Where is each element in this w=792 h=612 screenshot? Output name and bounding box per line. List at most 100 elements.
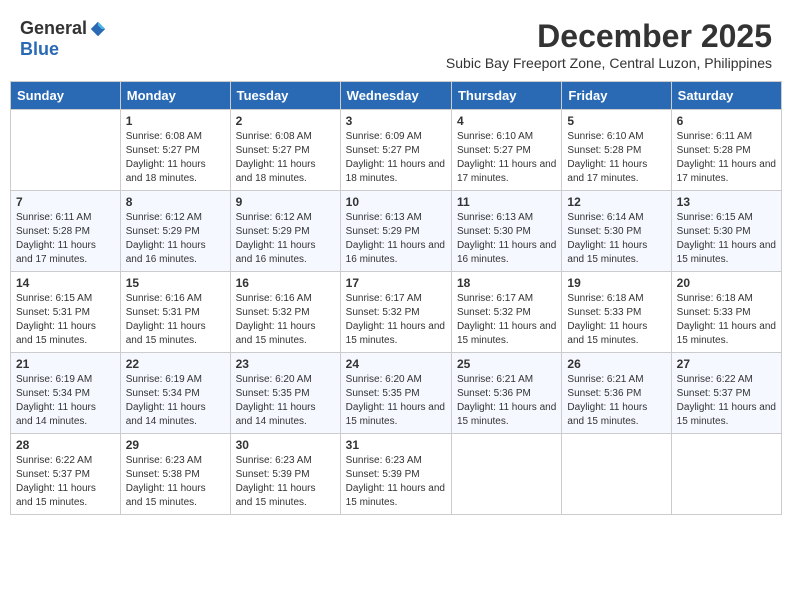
day-info: Sunrise: 6:13 AM Sunset: 5:29 PM Dayligh… xyxy=(346,211,446,267)
day-number: 2 xyxy=(236,114,335,128)
page-header: General Blue December 2025 Subic Bay Fre… xyxy=(10,10,782,75)
calendar-cell: 7 Sunrise: 6:11 AM Sunset: 5:28 PM Daylig… xyxy=(11,191,121,272)
day-number: 29 xyxy=(126,438,225,452)
header-tuesday: Tuesday xyxy=(230,82,340,110)
calendar-cell: 15 Sunrise: 6:16 AM Sunset: 5:31 PM Dayli… xyxy=(120,272,230,353)
calendar-cell xyxy=(562,434,671,515)
calendar-cell: 13 Sunrise: 6:15 AM Sunset: 5:30 PM Dayli… xyxy=(671,191,781,272)
day-info: Sunrise: 6:22 AM Sunset: 5:37 PM Dayligh… xyxy=(677,373,776,429)
calendar-week-row: 7 Sunrise: 6:11 AM Sunset: 5:28 PM Daylig… xyxy=(11,191,782,272)
calendar-cell xyxy=(671,434,781,515)
day-number: 17 xyxy=(346,276,446,290)
day-number: 14 xyxy=(16,276,115,290)
header-saturday: Saturday xyxy=(671,82,781,110)
calendar-cell: 22 Sunrise: 6:19 AM Sunset: 5:34 PM Dayli… xyxy=(120,353,230,434)
calendar-week-row: 21Sunrise: 6:19 AM Sunset: 5:34 PM Dayli… xyxy=(11,353,782,434)
calendar-cell: 11 Sunrise: 6:13 AM Sunset: 5:30 PM Dayli… xyxy=(451,191,561,272)
day-number: 18 xyxy=(457,276,556,290)
calendar-cell: 9 Sunrise: 6:12 AM Sunset: 5:29 PM Daylig… xyxy=(230,191,340,272)
day-number: 3 xyxy=(346,114,446,128)
day-info: Sunrise: 6:20 AM Sunset: 5:35 PM Dayligh… xyxy=(236,373,335,429)
day-info: Sunrise: 6:23 AM Sunset: 5:39 PM Dayligh… xyxy=(236,454,335,510)
calendar-cell: 4 Sunrise: 6:10 AM Sunset: 5:27 PM Daylig… xyxy=(451,110,561,191)
day-info: Sunrise: 6:09 AM Sunset: 5:27 PM Dayligh… xyxy=(346,130,446,186)
day-number: 24 xyxy=(346,357,446,371)
day-info: Sunrise: 6:10 AM Sunset: 5:27 PM Dayligh… xyxy=(457,130,556,186)
day-number: 1 xyxy=(126,114,225,128)
day-number: 4 xyxy=(457,114,556,128)
calendar-cell: 20Sunrise: 6:18 AM Sunset: 5:33 PM Dayli… xyxy=(671,272,781,353)
day-info: Sunrise: 6:12 AM Sunset: 5:29 PM Dayligh… xyxy=(236,211,335,267)
header-row: SundayMondayTuesdayWednesdayThursdayFrid… xyxy=(11,82,782,110)
calendar-cell: 21Sunrise: 6:19 AM Sunset: 5:34 PM Dayli… xyxy=(11,353,121,434)
day-info: Sunrise: 6:19 AM Sunset: 5:34 PM Dayligh… xyxy=(126,373,225,429)
day-info: Sunrise: 6:11 AM Sunset: 5:28 PM Dayligh… xyxy=(677,130,776,186)
calendar-cell: 2Sunrise: 6:08 AM Sunset: 5:27 PM Daylig… xyxy=(230,110,340,191)
calendar-week-row: 14 Sunrise: 6:15 AM Sunset: 5:31 PM Dayli… xyxy=(11,272,782,353)
calendar-cell: 16 Sunrise: 6:16 AM Sunset: 5:32 PM Dayli… xyxy=(230,272,340,353)
calendar-cell: 6 Sunrise: 6:11 AM Sunset: 5:28 PM Daylig… xyxy=(671,110,781,191)
day-number: 7 xyxy=(16,195,115,209)
calendar-cell: 12 Sunrise: 6:14 AM Sunset: 5:30 PM Dayli… xyxy=(562,191,671,272)
day-number: 16 xyxy=(236,276,335,290)
day-info: Sunrise: 6:22 AM Sunset: 5:37 PM Dayligh… xyxy=(16,454,115,510)
day-info: Sunrise: 6:08 AM Sunset: 5:27 PM Dayligh… xyxy=(126,130,225,186)
day-info: Sunrise: 6:23 AM Sunset: 5:39 PM Dayligh… xyxy=(346,454,446,510)
calendar-cell: 26Sunrise: 6:21 AM Sunset: 5:36 PM Dayli… xyxy=(562,353,671,434)
title-block: December 2025 Subic Bay Freeport Zone, C… xyxy=(446,18,772,71)
day-number: 30 xyxy=(236,438,335,452)
day-info: Sunrise: 6:11 AM Sunset: 5:28 PM Dayligh… xyxy=(16,211,115,267)
calendar-cell: 10 Sunrise: 6:13 AM Sunset: 5:29 PM Dayli… xyxy=(340,191,451,272)
location-subtitle: Subic Bay Freeport Zone, Central Luzon, … xyxy=(446,55,772,71)
day-number: 20 xyxy=(677,276,776,290)
calendar-cell: 27 Sunrise: 6:22 AM Sunset: 5:37 PM Dayli… xyxy=(671,353,781,434)
day-number: 28 xyxy=(16,438,115,452)
calendar-cell: 3 Sunrise: 6:09 AM Sunset: 5:27 PM Daylig… xyxy=(340,110,451,191)
header-wednesday: Wednesday xyxy=(340,82,451,110)
month-year-title: December 2025 xyxy=(446,18,772,55)
day-number: 23 xyxy=(236,357,335,371)
calendar-cell: 31 Sunrise: 6:23 AM Sunset: 5:39 PM Dayli… xyxy=(340,434,451,515)
header-friday: Friday xyxy=(562,82,671,110)
day-info: Sunrise: 6:14 AM Sunset: 5:30 PM Dayligh… xyxy=(567,211,665,267)
calendar-cell: 5 Sunrise: 6:10 AM Sunset: 5:28 PM Daylig… xyxy=(562,110,671,191)
day-info: Sunrise: 6:13 AM Sunset: 5:30 PM Dayligh… xyxy=(457,211,556,267)
day-number: 13 xyxy=(677,195,776,209)
day-number: 6 xyxy=(677,114,776,128)
day-info: Sunrise: 6:15 AM Sunset: 5:31 PM Dayligh… xyxy=(16,292,115,348)
day-number: 31 xyxy=(346,438,446,452)
logo: General Blue xyxy=(20,18,107,60)
day-number: 15 xyxy=(126,276,225,290)
day-info: Sunrise: 6:18 AM Sunset: 5:33 PM Dayligh… xyxy=(567,292,665,348)
day-number: 5 xyxy=(567,114,665,128)
calendar-cell: 17Sunrise: 6:17 AM Sunset: 5:32 PM Dayli… xyxy=(340,272,451,353)
day-info: Sunrise: 6:10 AM Sunset: 5:28 PM Dayligh… xyxy=(567,130,665,186)
day-number: 10 xyxy=(346,195,446,209)
logo-icon xyxy=(89,20,107,38)
day-info: Sunrise: 6:21 AM Sunset: 5:36 PM Dayligh… xyxy=(567,373,665,429)
day-info: Sunrise: 6:12 AM Sunset: 5:29 PM Dayligh… xyxy=(126,211,225,267)
day-info: Sunrise: 6:16 AM Sunset: 5:31 PM Dayligh… xyxy=(126,292,225,348)
calendar-cell: 23 Sunrise: 6:20 AM Sunset: 5:35 PM Dayli… xyxy=(230,353,340,434)
day-number: 11 xyxy=(457,195,556,209)
calendar-cell: 19Sunrise: 6:18 AM Sunset: 5:33 PM Dayli… xyxy=(562,272,671,353)
calendar-cell: 14 Sunrise: 6:15 AM Sunset: 5:31 PM Dayli… xyxy=(11,272,121,353)
day-number: 22 xyxy=(126,357,225,371)
calendar-week-row: 1 Sunrise: 6:08 AM Sunset: 5:27 PM Daylig… xyxy=(11,110,782,191)
header-monday: Monday xyxy=(120,82,230,110)
day-number: 27 xyxy=(677,357,776,371)
calendar-cell: 18Sunrise: 6:17 AM Sunset: 5:32 PM Dayli… xyxy=(451,272,561,353)
calendar-cell xyxy=(451,434,561,515)
calendar-cell: 24Sunrise: 6:20 AM Sunset: 5:35 PM Dayli… xyxy=(340,353,451,434)
day-info: Sunrise: 6:15 AM Sunset: 5:30 PM Dayligh… xyxy=(677,211,776,267)
calendar-cell: 1 Sunrise: 6:08 AM Sunset: 5:27 PM Daylig… xyxy=(120,110,230,191)
day-info: Sunrise: 6:16 AM Sunset: 5:32 PM Dayligh… xyxy=(236,292,335,348)
day-info: Sunrise: 6:19 AM Sunset: 5:34 PM Dayligh… xyxy=(16,373,115,429)
calendar-week-row: 28 Sunrise: 6:22 AM Sunset: 5:37 PM Dayli… xyxy=(11,434,782,515)
day-number: 9 xyxy=(236,195,335,209)
logo-general-text: General xyxy=(20,18,87,39)
day-number: 12 xyxy=(567,195,665,209)
calendar-table: SundayMondayTuesdayWednesdayThursdayFrid… xyxy=(10,81,782,515)
day-number: 25 xyxy=(457,357,556,371)
day-info: Sunrise: 6:21 AM Sunset: 5:36 PM Dayligh… xyxy=(457,373,556,429)
